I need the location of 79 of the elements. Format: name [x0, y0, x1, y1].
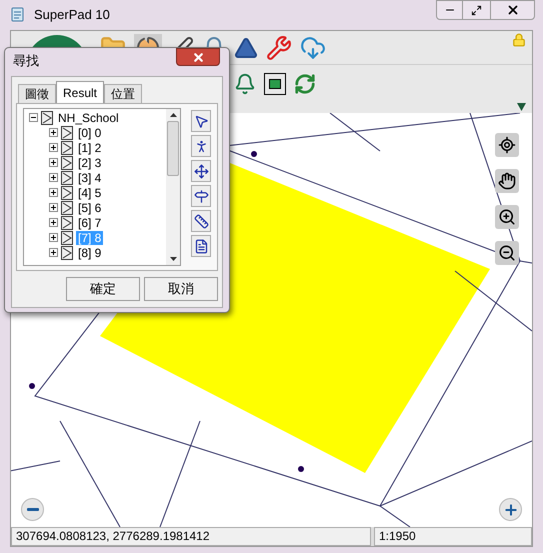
- zoom-in-button[interactable]: [499, 498, 522, 521]
- layer-icon: [41, 110, 53, 124]
- maximize-button[interactable]: [463, 0, 490, 20]
- expand-toggle[interactable]: [49, 248, 58, 257]
- expand-toggle[interactable]: [49, 143, 58, 152]
- locate-button[interactable]: [495, 133, 519, 157]
- tree-item[interactable]: [6] 7: [76, 216, 104, 230]
- scroll-down-icon[interactable]: [170, 257, 176, 261]
- document-icon: [194, 238, 208, 254]
- scrollbar[interactable]: [166, 109, 180, 265]
- zoom-out-icon: [498, 244, 516, 262]
- scale-text: 1:1950: [374, 527, 532, 546]
- tab[interactable]: 位置: [104, 84, 142, 103]
- layer-icon: [61, 170, 73, 184]
- pointer-icon: [194, 114, 208, 128]
- person-tool-button[interactable]: [191, 135, 211, 157]
- cloud-download-icon[interactable]: [300, 34, 326, 60]
- point-marker: [298, 466, 304, 472]
- expand-toggle[interactable]: [49, 188, 58, 197]
- close-icon: [506, 3, 520, 17]
- dialog-button[interactable]: 確定: [66, 277, 140, 301]
- expand-toggle[interactable]: [49, 233, 58, 242]
- plus-icon: [502, 502, 518, 518]
- maximize-icon: [471, 4, 482, 16]
- zoom-out-button[interactable]: [21, 498, 44, 521]
- move-icon: [194, 164, 208, 178]
- minus-icon: [26, 508, 38, 511]
- ruler-tool-button[interactable]: [191, 210, 211, 232]
- close-button[interactable]: [176, 48, 220, 66]
- dropdown-triangle-icon[interactable]: [517, 103, 526, 111]
- tree-item[interactable]: [1] 2: [76, 140, 104, 154]
- tab[interactable]: 圖徵: [18, 84, 56, 103]
- expand-toggle[interactable]: [49, 128, 58, 137]
- layer-icon: [61, 140, 73, 154]
- layer-icon: [61, 216, 73, 230]
- refresh-icon[interactable]: [294, 73, 316, 95]
- ruler-icon: [194, 214, 208, 228]
- zoom-out-button[interactable]: [495, 241, 519, 265]
- expand-toggle[interactable]: [49, 218, 58, 227]
- close-button[interactable]: [490, 0, 535, 20]
- window-title: SuperPad 10: [34, 6, 110, 24]
- expand-toggle[interactable]: [49, 158, 58, 167]
- tab[interactable]: Result: [56, 81, 104, 103]
- layer-icon: [61, 200, 73, 214]
- dialog-title: 尋找: [12, 52, 39, 70]
- layer-icon: [61, 156, 73, 170]
- zoom-in-icon: [498, 208, 516, 226]
- coordinates-text: 307694.0808123, 2776289.1981412: [11, 527, 371, 546]
- layer-icon: [61, 246, 73, 260]
- hand-icon: [498, 172, 516, 190]
- bell-icon[interactable]: [234, 73, 256, 95]
- tools-icon[interactable]: [266, 34, 292, 60]
- move-tool-button[interactable]: [191, 160, 211, 182]
- expand-toggle[interactable]: [49, 173, 58, 182]
- tree-item[interactable]: [0] 0: [76, 126, 104, 140]
- layer-icon: [61, 126, 73, 140]
- point-marker: [29, 383, 35, 389]
- layer-icon: [61, 230, 73, 244]
- tree-item[interactable]: [8] 9: [76, 246, 104, 260]
- tree-item[interactable]: [2] 3: [76, 156, 104, 170]
- close-icon: [192, 50, 204, 64]
- point-marker: [251, 151, 257, 157]
- document-tool-button[interactable]: [191, 235, 211, 257]
- select-frame-icon[interactable]: [264, 73, 286, 95]
- tree-item[interactable]: [4] 5: [76, 186, 104, 200]
- signpost-tool-button[interactable]: [191, 185, 211, 207]
- signpost-icon: [194, 188, 208, 204]
- tree-item[interactable]: [5] 6: [76, 200, 104, 214]
- expand-toggle[interactable]: [49, 203, 58, 212]
- pan-button[interactable]: [495, 169, 519, 193]
- layer-icon: [61, 186, 73, 200]
- tree-item[interactable]: [3] 4: [76, 170, 104, 184]
- dialog-button[interactable]: 取消: [144, 277, 218, 301]
- collapse-toggle[interactable]: [29, 113, 38, 122]
- zoom-in-button[interactable]: [495, 205, 519, 229]
- locate-icon: [498, 136, 516, 154]
- tree-item[interactable]: NH_School: [56, 110, 121, 124]
- app-icon: [10, 7, 26, 23]
- pointer-tool-button[interactable]: [191, 110, 211, 132]
